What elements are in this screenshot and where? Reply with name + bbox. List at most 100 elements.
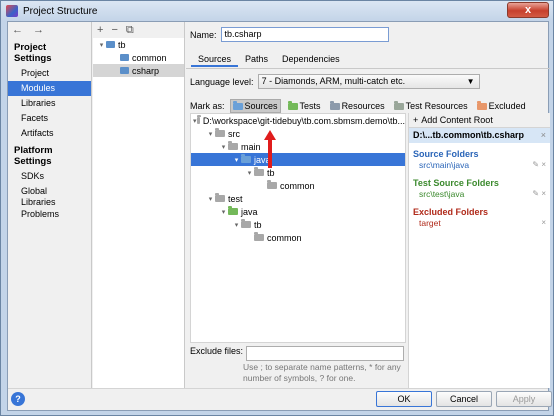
folder-icon <box>228 141 238 150</box>
module-name-field[interactable]: tb.csharp <box>220 27 389 42</box>
expand-toggle-icon[interactable]: ▾ <box>206 195 215 203</box>
settings-nav: ← → Project Settings Project Modules Libra… <box>8 22 92 388</box>
mark-as-resources-button[interactable]: Resources <box>328 100 387 112</box>
nav-item-modules[interactable]: Modules <box>8 81 91 96</box>
tree-item-label: tb <box>267 167 275 178</box>
folder-icon <box>215 193 225 202</box>
modules-panel: + − ⧉ ▾ tb common csharp <box>93 22 185 388</box>
cancel-button[interactable]: Cancel <box>436 391 492 407</box>
chevron-down-icon: ▼ <box>466 77 475 86</box>
remove-icon[interactable]: × <box>541 160 546 169</box>
help-icon[interactable]: ? <box>11 392 25 406</box>
test-folder-path: src\test\java ✎ × <box>419 189 546 199</box>
folder-icon <box>254 232 264 241</box>
dialog-client: ← → Project Settings Project Modules Libra… <box>7 21 552 411</box>
module-icon <box>120 54 129 61</box>
source-folders-title: Source Folders <box>413 149 479 159</box>
module-settings: Name: tb.csharp Sources Paths Dependencies… <box>186 22 550 388</box>
remove-module-icon[interactable]: − <box>111 24 117 36</box>
folder-icon <box>196 115 202 124</box>
modules-tree: ▾ tb common csharp <box>93 38 184 77</box>
mark-as-label: Test Resources <box>405 101 468 111</box>
excluded-folder-path: target × <box>419 218 546 228</box>
tests-folder-icon <box>287 100 298 110</box>
annotation-arrow-icon <box>264 130 276 168</box>
remove-root-icon[interactable]: × <box>541 128 546 143</box>
module-label: tb <box>118 39 126 50</box>
nav-item-problems[interactable]: Problems <box>8 207 91 222</box>
ok-button[interactable]: OK <box>376 391 432 407</box>
nav-item-global-libraries[interactable]: Global Libraries <box>8 184 91 207</box>
tab-dependencies[interactable]: Dependencies <box>275 52 347 67</box>
nav-item-artifacts[interactable]: Artifacts <box>8 126 91 141</box>
mark-as-sources-button[interactable]: Sources <box>229 99 281 113</box>
project-settings-heading: Project Settings <box>14 42 52 64</box>
source-tree-item[interactable]: common <box>191 179 405 192</box>
expand-toggle-icon[interactable]: ▾ <box>219 143 228 151</box>
source-tree-item[interactable]: ▾ java <box>191 205 405 218</box>
content-root-header: D:\...tb.common\tb.csharp × <box>409 128 550 143</box>
expand-toggle-icon[interactable]: ▾ <box>232 221 241 229</box>
copy-module-icon[interactable]: ⧉ <box>126 24 134 37</box>
expand-toggle-icon[interactable]: ▾ <box>245 169 254 177</box>
expand-toggle-icon[interactable]: ▾ <box>219 208 228 216</box>
tab-paths[interactable]: Paths <box>238 52 275 67</box>
back-arrow-icon[interactable]: ← <box>12 24 23 36</box>
module-tree-item[interactable]: common <box>93 51 184 64</box>
language-level-label: Language level: <box>190 76 254 87</box>
nav-item-facets[interactable]: Facets <box>8 111 91 126</box>
test-source-folders-title: Test Source Folders <box>413 178 499 188</box>
source-tree-item[interactable]: ▾ tb <box>191 218 405 231</box>
expand-toggle-icon[interactable]: ▾ <box>232 156 241 164</box>
folder-icon <box>215 128 225 137</box>
window-close-button[interactable]: x <box>507 2 549 18</box>
dialog-footer: ? OK Cancel Apply <box>8 388 552 410</box>
mark-as-test-resources-button[interactable]: Test Resources <box>392 100 470 112</box>
tree-item-label: src <box>228 128 240 139</box>
source-tree-item[interactable]: ▾ test <box>191 192 405 205</box>
mark-as-label: Mark as: <box>190 101 225 111</box>
folder-icon <box>267 180 277 189</box>
intellij-app-icon <box>6 5 18 17</box>
window-title: Project Structure <box>23 5 98 17</box>
add-module-icon[interactable]: + <box>97 24 103 36</box>
exclude-files-input[interactable] <box>246 346 405 361</box>
remove-icon[interactable]: × <box>541 189 546 198</box>
expand-toggle-icon[interactable]: ▾ <box>193 117 197 125</box>
module-tree-item[interactable]: ▾ tb <box>93 38 184 51</box>
source-tree-item[interactable]: ▾ main <box>191 140 405 153</box>
edit-icon[interactable]: ✎ <box>532 160 539 169</box>
source-tree-item[interactable]: common <box>191 231 405 244</box>
source-tree-item[interactable]: ▾ tb <box>191 166 405 179</box>
module-tabs: Sources Paths Dependencies <box>191 52 347 67</box>
tree-item-label: test <box>228 193 243 204</box>
mark-as-label: Resources <box>341 101 385 111</box>
edit-icon[interactable]: ✎ <box>532 189 539 198</box>
source-tree-item[interactable]: ▾ java <box>191 153 405 166</box>
add-content-root-button[interactable]: + Add Content Root <box>409 113 550 128</box>
mark-as-tests-button[interactable]: Tests <box>286 100 323 112</box>
content-roots-panel: + Add Content Root D:\...tb.common\tb.cs… <box>408 113 550 388</box>
remove-icon[interactable]: × <box>541 218 546 227</box>
nav-item-libraries[interactable]: Libraries <box>8 96 91 111</box>
language-level-select[interactable]: 7 - Diamonds, ARM, multi-catch etc. ▼ <box>257 74 480 89</box>
mark-as-excluded-button[interactable]: Excluded <box>475 100 528 112</box>
expand-toggle-icon[interactable]: ▾ <box>97 41 106 49</box>
module-icon <box>106 41 115 48</box>
source-folder-tree: ▾ D:\workspace\git-tidebuy\tb.com.sbmsm.d… <box>190 113 406 343</box>
expand-toggle-icon[interactable]: ▾ <box>206 130 215 138</box>
mark-as-toolbar: Mark as: Sources Tests Resources Test Resou… <box>190 99 528 113</box>
plus-icon: + <box>413 115 419 125</box>
apply-button[interactable]: Apply <box>496 391 552 407</box>
platform-settings-heading: Platform Settings <box>14 145 53 167</box>
nav-item-sdks[interactable]: SDKs <box>8 169 91 184</box>
forward-arrow-icon[interactable]: → <box>33 24 44 36</box>
source-tree-item[interactable]: ▾ src <box>191 127 405 140</box>
module-tree-item[interactable]: csharp <box>93 64 184 77</box>
source-tree-item[interactable]: ▾ D:\workspace\git-tidebuy\tb.com.sbmsm.d… <box>191 114 405 127</box>
source-folder-path: src\main\java ✎ × <box>419 160 546 170</box>
title-bar: Project Structure x <box>1 1 553 21</box>
tab-sources[interactable]: Sources <box>191 52 239 67</box>
nav-item-project[interactable]: Project <box>8 66 91 81</box>
module-label: common <box>132 52 167 63</box>
